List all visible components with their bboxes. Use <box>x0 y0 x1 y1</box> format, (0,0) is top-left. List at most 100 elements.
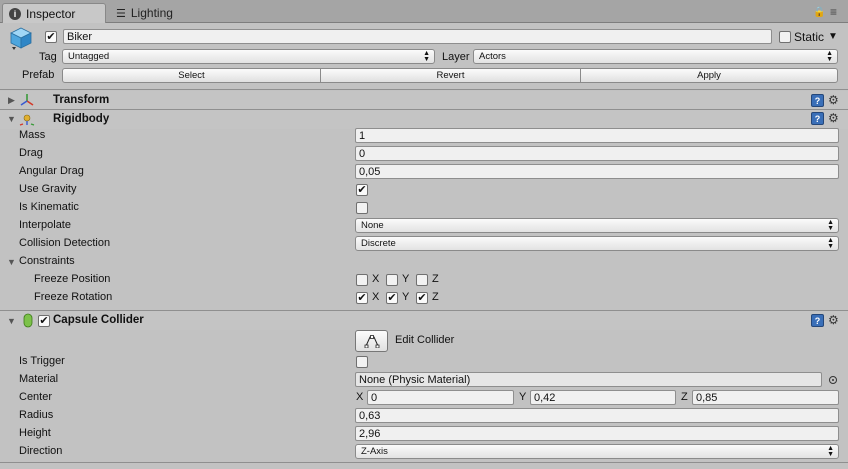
direction-value: Z-Axis <box>361 446 388 457</box>
gear-icon[interactable]: ⚙ <box>828 112 839 124</box>
lock-icon[interactable]: 🔒 <box>813 7 825 18</box>
edit-collider-button[interactable] <box>355 330 388 352</box>
rigidbody-title: Rigidbody <box>53 113 110 125</box>
help-icon[interactable]: ? <box>811 314 824 327</box>
prefab-label: Prefab <box>22 69 55 81</box>
freeze-position-y-label: Y <box>402 273 410 285</box>
constraints-label[interactable]: Constraints <box>19 255 75 267</box>
constraints-foldout-icon[interactable]: ▼ <box>7 257 16 267</box>
height-label: Height <box>19 427 51 439</box>
rigidbody-icon <box>19 114 35 126</box>
direction-label: Direction <box>19 445 63 457</box>
is-kinematic-label: Is Kinematic <box>19 201 79 213</box>
transform-title: Transform <box>53 94 110 106</box>
tab-lighting[interactable]: ☰ Lighting <box>110 3 210 23</box>
collision-detection-value: Discrete <box>361 238 396 249</box>
freeze-rotation-z-checkbox[interactable]: ✔ <box>416 292 428 304</box>
material-field[interactable]: None (Physic Material) <box>355 372 822 387</box>
center-label: Center <box>19 391 53 403</box>
gear-icon[interactable]: ⚙ <box>828 94 839 106</box>
freeze-position-z-label: Z <box>432 273 439 285</box>
is-trigger-checkbox[interactable] <box>356 356 368 368</box>
rigidbody-header[interactable] <box>0 110 848 129</box>
mass-field[interactable]: 1 <box>355 128 839 143</box>
freeze-position-z-checkbox[interactable] <box>416 274 428 286</box>
freeze-rotation-label: Freeze Rotation <box>34 291 113 303</box>
freeze-position-label: Freeze Position <box>34 273 111 285</box>
freeze-position-x-label: X <box>372 273 380 285</box>
material-label: Material <box>19 373 59 385</box>
freeze-rotation-y-label: Y <box>402 291 410 303</box>
is-trigger-label: Is Trigger <box>19 355 65 367</box>
freeze-rotation-y-checkbox[interactable]: ✔ <box>386 292 398 304</box>
dropdown-arrows-icon: ▲ ▼ <box>826 49 833 63</box>
edit-collider-icon <box>364 335 379 348</box>
foldout-expanded-icon[interactable]: ▼ <box>7 316 16 326</box>
direction-dropdown[interactable]: Z-Axis ▲ ▼ <box>355 444 839 459</box>
gameobject-cube-icon <box>10 27 32 50</box>
interpolate-label: Interpolate <box>19 219 71 231</box>
transform-header[interactable] <box>0 91 848 110</box>
freeze-position-x-checkbox[interactable] <box>356 274 368 286</box>
dropdown-arrows-icon: ▲ ▼ <box>827 218 834 232</box>
radius-label: Radius <box>19 409 54 421</box>
lighting-icon: ☰ <box>116 7 126 20</box>
freeze-rotation-x-checkbox[interactable]: ✔ <box>356 292 368 304</box>
use-gravity-label: Use Gravity <box>19 183 77 195</box>
center-z-field[interactable]: 0,85 <box>692 390 839 405</box>
info-icon: i <box>9 7 21 20</box>
drag-label: Drag <box>19 147 43 159</box>
center-x-label: X <box>356 391 364 403</box>
dropdown-arrows-icon: ▲ ▼ <box>827 444 834 458</box>
drag-field[interactable]: 0 <box>355 146 839 161</box>
freeze-position-y-checkbox[interactable] <box>386 274 398 286</box>
help-icon[interactable]: ? <box>811 112 824 125</box>
static-label: Static <box>794 30 825 44</box>
tag-dropdown[interactable]: Untagged ▲ ▼ <box>62 49 435 64</box>
tab-menu-icon[interactable]: ≡ <box>830 5 837 19</box>
prefab-apply-button[interactable]: Apply <box>580 68 838 83</box>
collision-detection-dropdown[interactable]: Discrete ▲ ▼ <box>355 236 839 251</box>
height-field[interactable]: 2,96 <box>355 426 839 441</box>
interpolate-dropdown[interactable]: None ▲ ▼ <box>355 218 839 233</box>
gear-icon[interactable]: ⚙ <box>828 314 839 326</box>
layer-value: Actors <box>479 51 506 62</box>
transform-icon <box>20 94 34 106</box>
freeze-rotation-x-label: X <box>372 291 380 303</box>
radius-field[interactable]: 0,63 <box>355 408 839 423</box>
static-checkbox[interactable] <box>779 31 791 43</box>
separator <box>0 89 848 90</box>
interpolate-value: None <box>361 220 384 231</box>
capsule-collider-icon <box>23 313 33 328</box>
center-y-field[interactable]: 0,42 <box>530 390 676 405</box>
prefab-select-button[interactable]: Select <box>62 68 321 83</box>
edit-collider-label: Edit Collider <box>395 334 455 346</box>
help-icon[interactable]: ? <box>811 94 824 107</box>
layer-label: Layer <box>442 51 470 63</box>
capsule-collider-title: Capsule Collider <box>53 314 144 326</box>
freeze-rotation-z-label: Z <box>432 291 439 303</box>
name-field[interactable]: Biker <box>63 29 772 44</box>
use-gravity-checkbox[interactable]: ✔ <box>356 184 368 196</box>
center-x-field[interactable]: 0 <box>367 390 514 405</box>
tab-lighting-label: Lighting <box>130 6 173 20</box>
prefab-revert-button[interactable]: Revert <box>320 68 581 83</box>
collision-detection-label: Collision Detection <box>19 237 111 249</box>
mass-label: Mass <box>19 129 46 141</box>
center-z-label: Z <box>681 391 688 403</box>
tab-inspector[interactable]: i Inspector <box>2 3 106 23</box>
static-dropdown-icon[interactable]: ▼ <box>828 31 838 42</box>
foldout-expanded-icon[interactable]: ▼ <box>7 114 16 124</box>
dropdown-arrows-icon: ▲ ▼ <box>423 49 430 63</box>
object-picker-icon[interactable] <box>829 376 837 384</box>
separator <box>0 462 848 463</box>
tab-inspector-label: Inspector <box>26 6 76 21</box>
tag-label: Tag <box>39 51 57 63</box>
angular-drag-label: Angular Drag <box>19 165 84 177</box>
active-checkbox[interactable]: ✔ <box>45 31 57 43</box>
layer-dropdown[interactable]: Actors ▲ ▼ <box>473 49 838 64</box>
foldout-collapsed-icon[interactable]: ▶ <box>8 95 15 106</box>
angular-drag-field[interactable]: 0,05 <box>355 164 839 179</box>
capsule-collider-enabled-checkbox[interactable]: ✔ <box>38 315 50 327</box>
is-kinematic-checkbox[interactable] <box>356 202 368 214</box>
